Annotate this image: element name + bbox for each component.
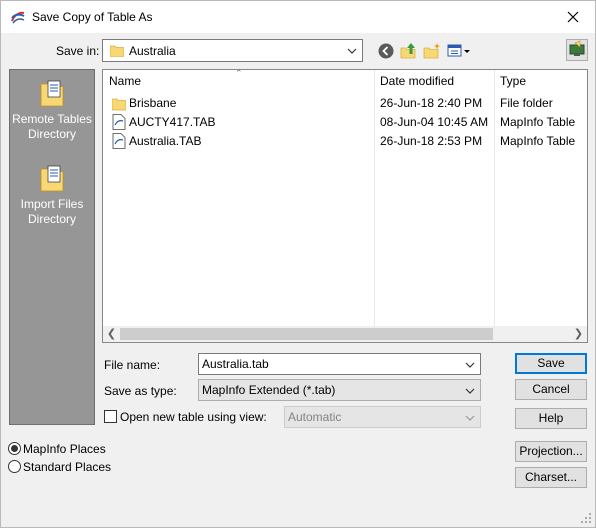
title-bar: Save Copy of Table As	[1, 1, 595, 33]
save-button[interactable]: Save	[515, 353, 587, 374]
save-in-value: Australia	[129, 44, 176, 58]
column-header-type[interactable]: Type	[500, 70, 587, 92]
save-as-type-value: MapInfo Extended (*.tab)	[202, 383, 336, 397]
charset-button[interactable]: Charset...	[515, 467, 587, 488]
open-view-value: Automatic	[288, 410, 342, 424]
save-in-label: Save in:	[56, 44, 100, 58]
folder-document-icon	[40, 165, 64, 192]
scroll-right-icon[interactable]: ❯	[570, 326, 587, 342]
up-folder-icon[interactable]	[400, 42, 418, 60]
horizontal-scrollbar[interactable]: ❮ ❯	[103, 326, 587, 342]
place-label: Remote Tables Directory	[12, 112, 92, 141]
save-dialog: Save Copy of Table As Save in: Australia	[0, 0, 596, 528]
open-view-dropdown: Automatic	[284, 406, 481, 428]
file-list: Name ⌃ Date modified Type Brisbane 26-Ju…	[102, 69, 588, 343]
place-remote-tables[interactable]: Remote Tables Directory	[10, 78, 94, 142]
file-name: Australia.TAB	[129, 134, 202, 148]
file-name-label: File name:	[104, 358, 161, 372]
resize-grip-icon[interactable]	[581, 513, 592, 524]
file-row[interactable]: Brisbane 26-Jun-18 2:40 PM File folder	[103, 93, 587, 112]
cancel-button[interactable]: Cancel	[515, 379, 587, 400]
mapinfo-places-label[interactable]: MapInfo Places	[23, 442, 106, 456]
new-folder-icon[interactable]	[423, 42, 441, 60]
chevron-down-icon	[465, 415, 475, 421]
file-type: MapInfo Table	[500, 134, 576, 148]
chevron-down-icon	[347, 48, 357, 54]
help-button[interactable]: Help	[515, 408, 587, 429]
radio-selected-dot	[11, 445, 18, 452]
scroll-left-icon[interactable]: ❮	[103, 326, 120, 342]
projection-button[interactable]: Projection...	[515, 441, 587, 462]
save-in-dropdown[interactable]: Australia	[102, 39, 363, 62]
place-label: Import Files Directory	[20, 197, 84, 226]
folder-icon	[110, 45, 124, 57]
column-header-date[interactable]: Date modified	[380, 70, 492, 92]
open-view-label[interactable]: Open new table using view:	[120, 410, 267, 424]
file-name: Brisbane	[129, 96, 177, 110]
standard-places-label[interactable]: Standard Places	[23, 460, 111, 474]
mapinfo-places-radio[interactable]	[8, 442, 21, 455]
mapinfo-table-icon	[112, 114, 126, 130]
file-name-value: Australia.tab	[202, 357, 269, 371]
file-date: 26-Jun-18 2:53 PM	[380, 134, 483, 148]
open-view-checkbox[interactable]	[104, 410, 117, 423]
places-bar: Remote Tables Directory Import Files Dir…	[9, 69, 95, 425]
mapinfo-app-icon	[11, 11, 25, 24]
file-name-input[interactable]: Australia.tab	[198, 353, 481, 375]
sort-ascending-icon: ⌃	[235, 69, 243, 78]
chevron-down-icon	[465, 388, 475, 394]
desktop-icon[interactable]	[566, 39, 588, 61]
save-as-type-label: Save as type:	[104, 384, 177, 398]
scrollbar-thumb[interactable]	[120, 328, 493, 340]
back-icon[interactable]	[377, 42, 395, 60]
folder-document-icon	[40, 80, 64, 107]
save-as-type-dropdown[interactable]: MapInfo Extended (*.tab)	[198, 379, 481, 401]
file-date: 08-Jun-04 10:45 AM	[380, 115, 489, 129]
mapinfo-table-icon	[112, 133, 126, 149]
folder-icon	[112, 98, 126, 111]
file-type: File folder	[500, 96, 553, 110]
chevron-down-icon[interactable]	[463, 356, 477, 373]
window-title: Save Copy of Table As	[32, 10, 153, 24]
close-icon	[567, 11, 579, 23]
view-menu-icon[interactable]	[447, 42, 473, 60]
file-name: AUCTY417.TAB	[129, 115, 216, 129]
file-row[interactable]: AUCTY417.TAB 08-Jun-04 10:45 AM MapInfo …	[103, 112, 587, 131]
place-import-files[interactable]: Import Files Directory	[10, 163, 94, 227]
file-type: MapInfo Table	[500, 115, 576, 129]
close-button[interactable]	[551, 1, 595, 33]
standard-places-radio[interactable]	[8, 460, 21, 473]
file-row[interactable]: Australia.TAB 26-Jun-18 2:53 PM MapInfo …	[103, 131, 587, 150]
file-date: 26-Jun-18 2:40 PM	[380, 96, 483, 110]
